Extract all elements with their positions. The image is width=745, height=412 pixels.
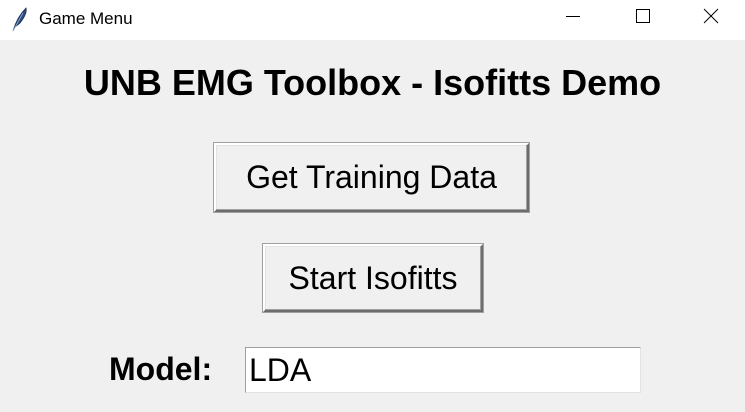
maximize-icon bbox=[635, 8, 651, 29]
minimize-icon bbox=[565, 8, 581, 29]
client-area: UNB EMG Toolbox - Isofitts Demo Get Trai… bbox=[0, 40, 745, 412]
feather-icon bbox=[10, 6, 30, 32]
app-window: Game Menu UNB EMG Toolbox - Isofitts Dem… bbox=[0, 0, 745, 412]
page-title: UNB EMG Toolbox - Isofitts Demo bbox=[83, 62, 662, 103]
model-input[interactable] bbox=[245, 347, 641, 393]
close-button[interactable] bbox=[676, 0, 745, 36]
maximize-button[interactable] bbox=[608, 0, 678, 36]
start-isofitts-button[interactable]: Start Isofitts bbox=[262, 243, 484, 313]
minimize-button[interactable] bbox=[538, 0, 608, 36]
model-label: Model: bbox=[109, 351, 213, 387]
close-icon bbox=[703, 8, 719, 29]
title-bar[interactable]: Game Menu bbox=[0, 0, 745, 40]
window-title: Game Menu bbox=[39, 9, 133, 28]
get-training-data-button[interactable]: Get Training Data bbox=[213, 142, 530, 213]
